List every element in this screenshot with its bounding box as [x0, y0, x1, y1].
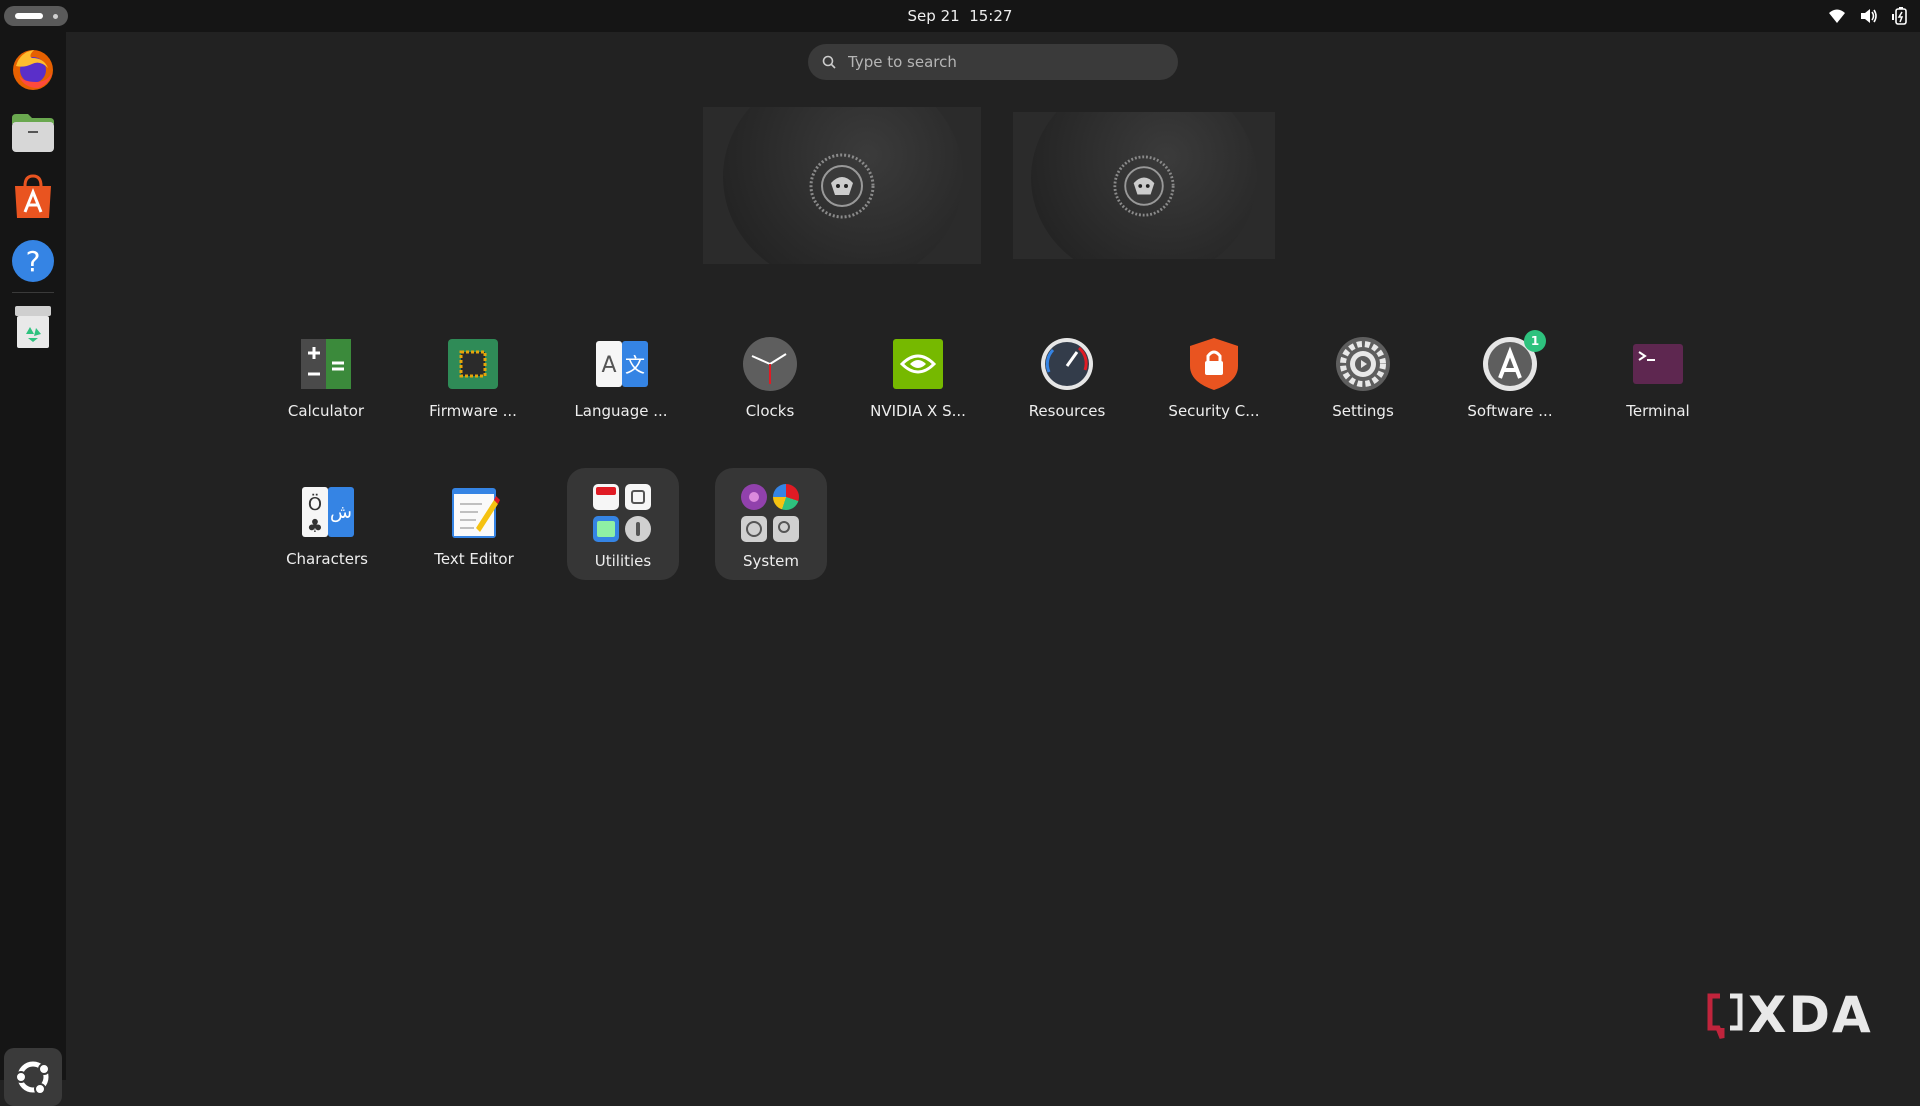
system-app-1-icon: [741, 484, 767, 510]
folder-system[interactable]: System: [715, 468, 827, 580]
text-editor-icon: [446, 484, 502, 540]
system-app-4-icon: [773, 516, 799, 542]
app-label: Characters: [286, 550, 368, 568]
app-label: Security C...: [1168, 402, 1260, 420]
update-count-badge: 1: [1524, 330, 1546, 352]
app-terminal[interactable]: Terminal: [1588, 334, 1728, 444]
dock-help[interactable]: ?: [8, 236, 58, 286]
app-label: Clocks: [745, 402, 795, 420]
workspace-indicator-active: [15, 13, 43, 19]
app-settings[interactable]: Settings: [1293, 334, 1433, 444]
folder-utilities[interactable]: Utilities: [567, 468, 679, 580]
search-input[interactable]: [846, 52, 1150, 72]
app-label: Terminal: [1626, 402, 1690, 420]
search-icon: [822, 55, 836, 69]
xda-watermark-text: XDA: [1748, 986, 1873, 1044]
dock-trash[interactable]: [8, 302, 58, 352]
wallpaper-logo-icon: [809, 153, 875, 218]
app-firmware[interactable]: Firmware ...: [403, 334, 543, 444]
battery-icon: [1892, 7, 1907, 25]
app-nvidia-settings[interactable]: NVIDIA X S...: [848, 334, 988, 444]
top-bar: Sep 21 15:27: [0, 0, 1920, 32]
svg-text:文: 文: [625, 353, 645, 377]
wallpaper-logo-icon: [1113, 154, 1175, 217]
app-label: Software ...: [1467, 402, 1553, 420]
app-center-icon: [15, 174, 51, 218]
software-updater-icon: 1: [1482, 330, 1546, 392]
gauge-icon: [1039, 336, 1095, 392]
files-icon: [12, 114, 54, 152]
xda-logo-icon: [1707, 993, 1743, 1039]
calculator-icon: [298, 336, 354, 392]
language-icon: A 文: [593, 336, 649, 392]
app-label: Text Editor: [434, 550, 514, 568]
nvidia-icon: [890, 336, 946, 392]
ubuntu-logo-icon: [15, 1061, 50, 1095]
app-label: Firmware ...: [429, 402, 517, 420]
trash-icon: [15, 306, 51, 348]
firmware-chip-icon: [445, 336, 501, 392]
firefox-icon: [13, 50, 53, 90]
utility-app-1-icon: [593, 484, 619, 510]
svg-text:Ö: Ö: [308, 493, 322, 515]
show-apps-button[interactable]: [4, 1048, 62, 1106]
svg-text:ش: ش: [330, 502, 352, 523]
app-label: Settings: [1332, 402, 1394, 420]
app-security-center[interactable]: Security C...: [1144, 334, 1284, 444]
clock-time[interactable]: 15:27: [969, 7, 1012, 25]
app-label: NVIDIA X S...: [870, 402, 966, 420]
dock-separator: [12, 292, 54, 293]
clock-icon: [742, 336, 798, 392]
app-clocks[interactable]: Clocks: [700, 334, 840, 444]
app-label: Resources: [1028, 402, 1106, 420]
volume-icon: [1861, 9, 1877, 23]
app-label: Utilities: [594, 552, 652, 570]
svg-text:?: ?: [26, 245, 41, 278]
workspace-thumbnail-1[interactable]: [703, 107, 981, 264]
utility-app-2-icon: [625, 484, 651, 510]
system-tray[interactable]: [1828, 7, 1908, 25]
dock-firefox[interactable]: [8, 44, 58, 94]
workspace-thumbnail-2[interactable]: [1013, 112, 1275, 259]
utility-app-4-icon: [625, 516, 651, 542]
activities-button[interactable]: [4, 6, 68, 26]
shield-lock-icon: [1186, 336, 1242, 392]
clock: Sep 21 15:27: [0, 0, 1920, 32]
clock-date[interactable]: Sep 21: [908, 7, 960, 25]
app-resources[interactable]: Resources: [997, 334, 1137, 444]
svg-text:♣: ♣: [307, 516, 323, 537]
workspace-indicator-inactive: [53, 14, 58, 19]
search-bar[interactable]: [808, 44, 1178, 80]
gear-icon: [1335, 336, 1391, 392]
app-text-editor[interactable]: Text Editor: [404, 482, 544, 592]
system-app-3-icon: [741, 516, 767, 542]
terminal-icon: [1630, 336, 1686, 392]
app-label: System: [743, 552, 799, 570]
app-label: Language ...: [574, 402, 668, 420]
dock: ?: [0, 32, 66, 1106]
xda-watermark: XDA: [1706, 986, 1892, 1044]
app-characters[interactable]: Ö ♣ ش Characters: [257, 482, 397, 592]
system-app-2-icon: [773, 484, 799, 510]
app-software-updater[interactable]: 1 Software ...: [1440, 330, 1580, 444]
wifi-icon: [1829, 9, 1845, 23]
utility-app-3-icon: [593, 516, 619, 542]
dock-app-center[interactable]: [8, 172, 58, 222]
dock-files[interactable]: [8, 108, 58, 158]
app-calculator[interactable]: Calculator: [256, 334, 396, 444]
help-icon: ?: [12, 240, 54, 282]
app-language[interactable]: A 文 Language ...: [551, 334, 691, 444]
app-label: Calculator: [287, 402, 365, 420]
svg-text:A: A: [601, 353, 616, 378]
characters-icon: Ö ♣ ش: [299, 484, 355, 540]
